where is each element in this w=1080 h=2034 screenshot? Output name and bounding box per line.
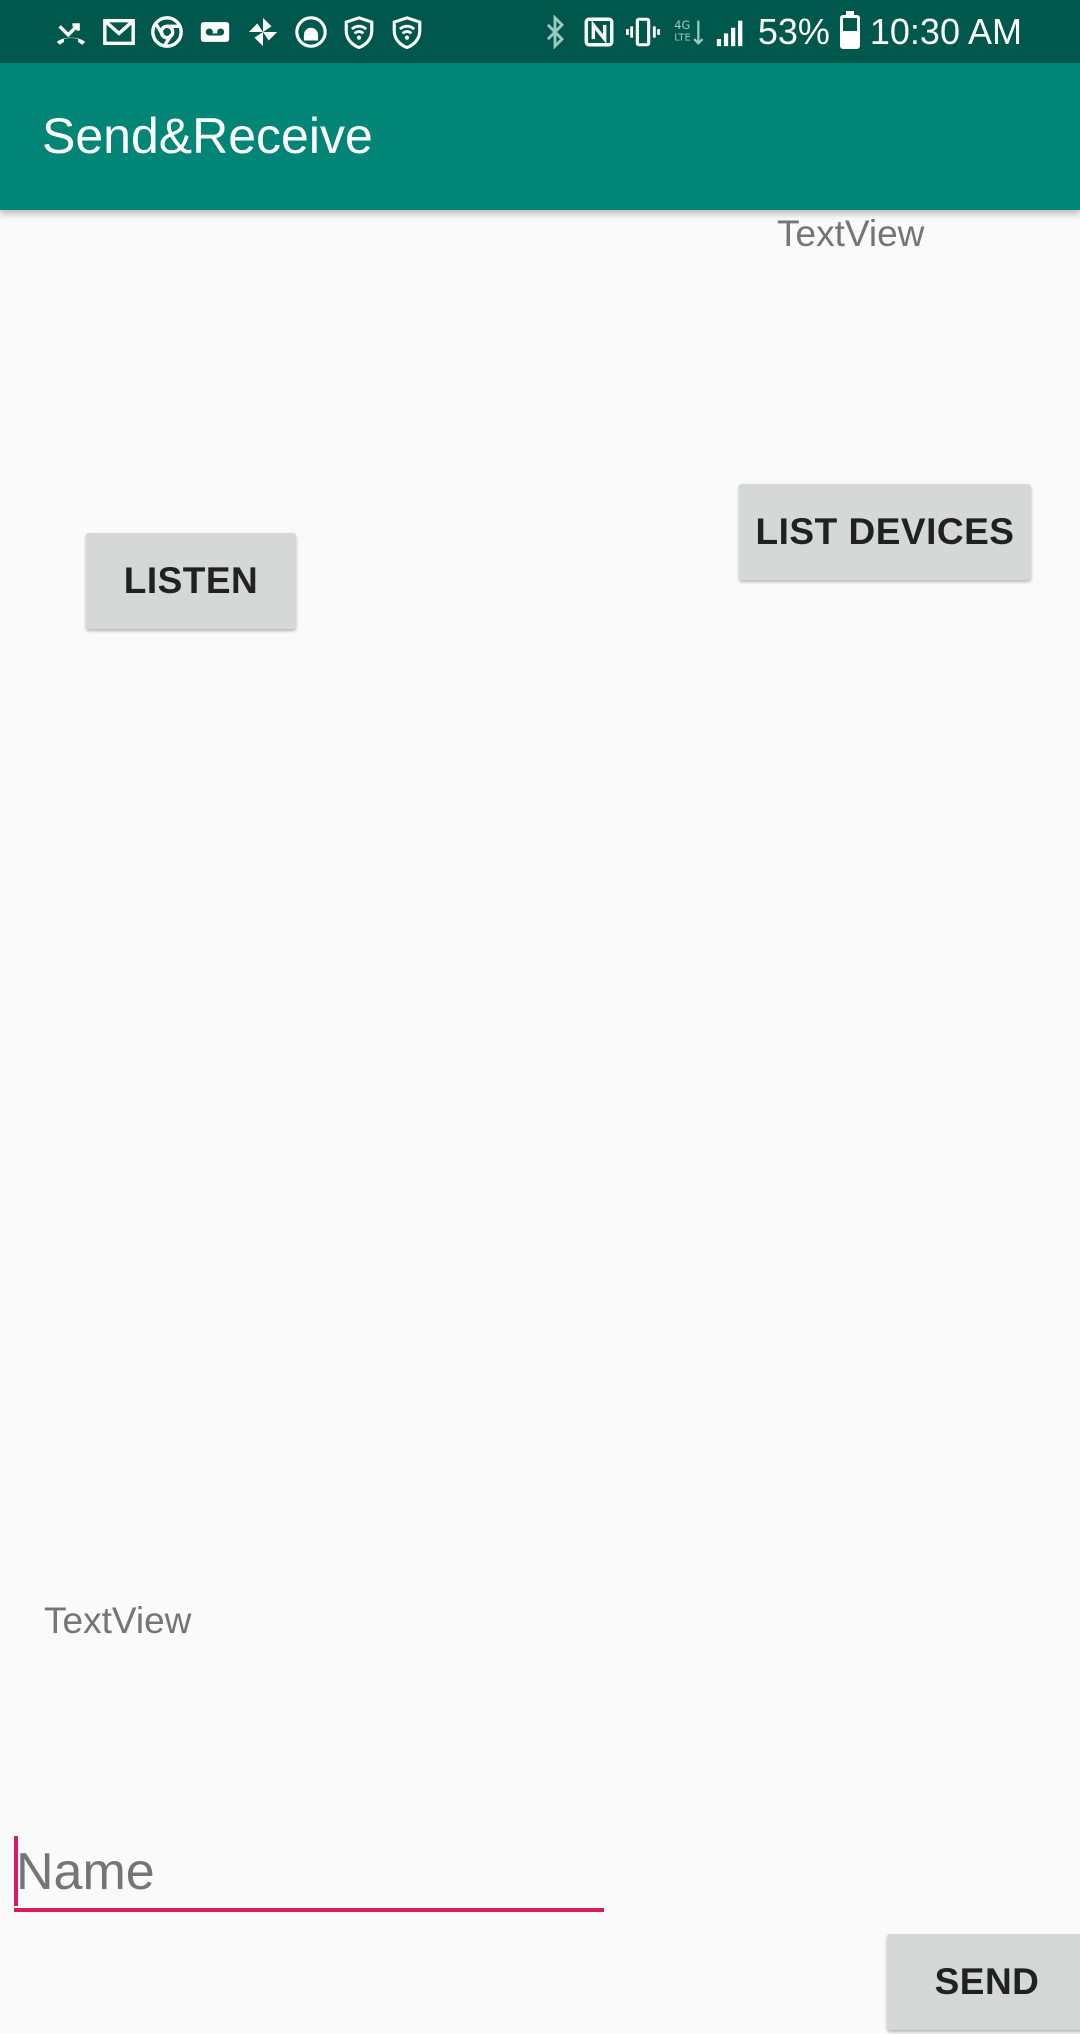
nfc-icon	[582, 15, 616, 49]
app-bar: Send&Receive	[0, 63, 1080, 210]
svg-text:LTE: LTE	[674, 32, 690, 43]
notification-icons	[54, 0, 424, 63]
list-devices-button[interactable]: LIST DEVICES	[739, 484, 1031, 580]
android-debug-icon	[294, 15, 328, 49]
gmail-icon	[102, 15, 136, 49]
app-title: Send&Receive	[42, 108, 373, 164]
wifi-shield-icon	[342, 15, 376, 49]
listen-button[interactable]: LISTEN	[86, 533, 296, 629]
battery-icon	[839, 10, 860, 49]
status-bar: 4G LTE 53% 10:30 AM	[0, 0, 1080, 63]
chrome-icon	[150, 15, 184, 49]
battery-percent: 53%	[757, 10, 830, 52]
missed-call-icon	[54, 15, 88, 49]
message-textview: TextView	[44, 1600, 192, 1641]
wifi-shield-icon	[390, 15, 424, 49]
status-textview: TextView	[777, 213, 925, 254]
name-input[interactable]	[14, 1836, 604, 1912]
signal-icon	[714, 15, 748, 49]
system-icons: 4G LTE 53% 10:30 AM	[538, 0, 1022, 63]
bluetooth-icon	[538, 14, 572, 49]
pinwheel-icon	[246, 15, 280, 49]
svg-text:4G: 4G	[674, 18, 690, 32]
voicemail-icon	[198, 15, 232, 49]
lte-icon: 4G LTE	[670, 15, 704, 49]
vibrate-icon	[625, 15, 660, 49]
clock: 10:30 AM	[869, 10, 1022, 52]
send-button[interactable]: SEND	[887, 1934, 1080, 2030]
text-cursor	[14, 1836, 18, 1906]
